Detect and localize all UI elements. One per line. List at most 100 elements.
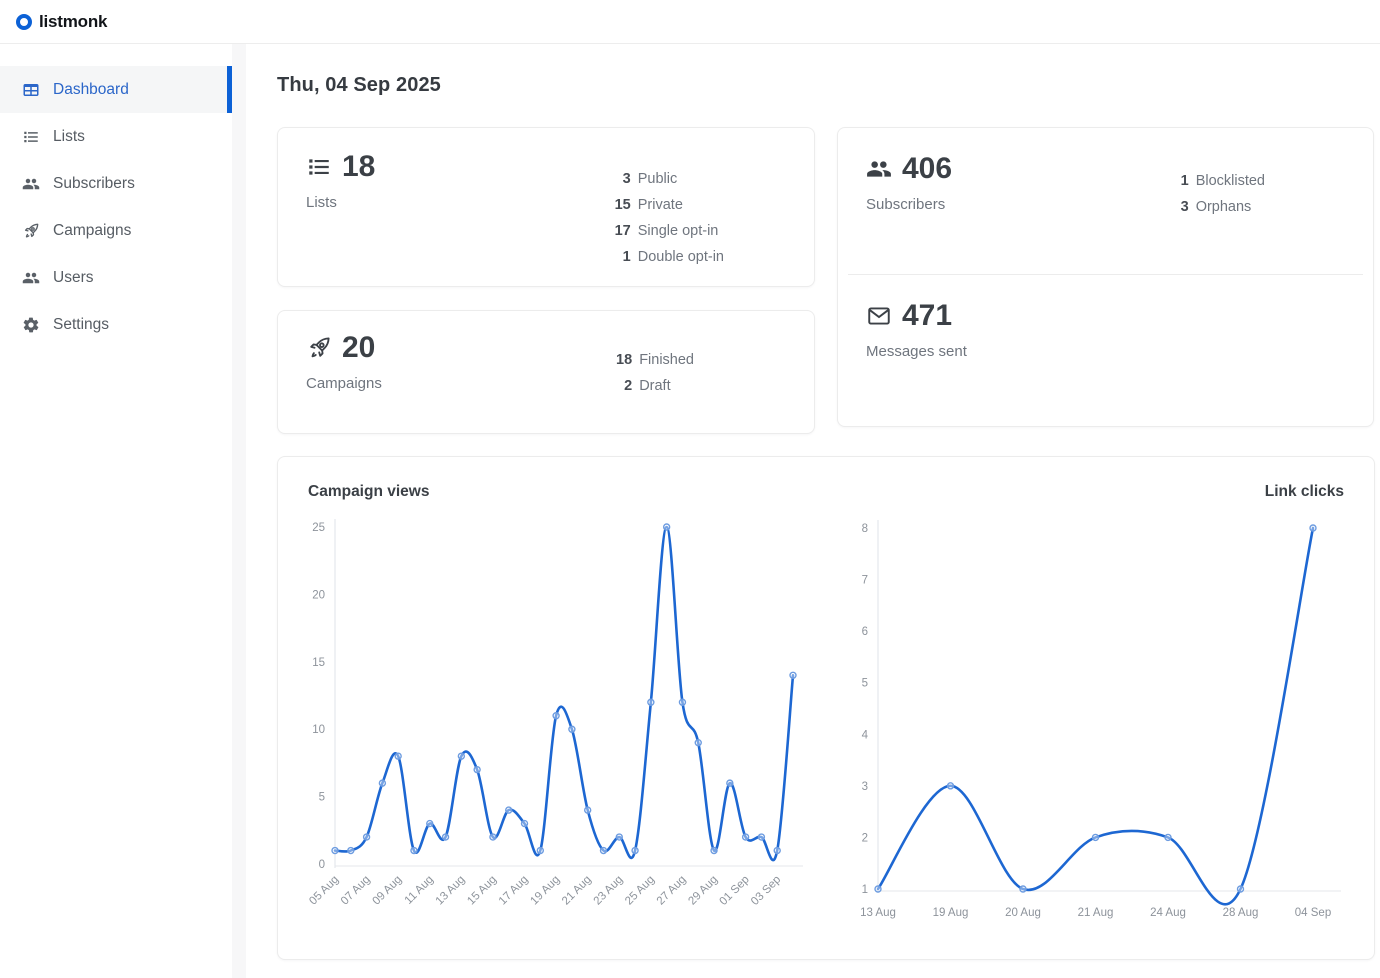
stat-value: 1 <box>1181 168 1189 194</box>
x-tick-label: 19 Aug <box>528 874 562 908</box>
data-point-marker <box>1020 886 1026 892</box>
y-tick-label: 25 <box>312 522 325 534</box>
x-tick-label: 28 Aug <box>1223 907 1259 919</box>
data-point-marker <box>600 848 606 854</box>
x-tick-label: 15 Aug <box>465 874 499 908</box>
sidebar-item-label: Subscribers <box>53 175 135 193</box>
stat-label: Blocklisted <box>1196 168 1265 194</box>
stat-value: 3 <box>1181 194 1189 220</box>
rocket-icon <box>306 335 332 361</box>
data-point-marker <box>522 821 528 827</box>
y-tick-label: 3 <box>862 781 868 793</box>
data-point-marker <box>948 783 954 789</box>
email-icon <box>866 303 892 329</box>
x-tick-label: 21 Aug <box>1078 907 1114 919</box>
data-point-marker <box>711 848 717 854</box>
line-series <box>335 527 793 860</box>
main-scrollbar-track[interactable] <box>232 44 246 978</box>
x-tick-label: 01 Sep <box>717 874 751 908</box>
link-clicks-chart: 1234567813 Aug19 Aug20 Aug21 Aug24 Aug28… <box>854 509 1354 944</box>
subscribers-messages-card: 406 Subscribers 1Blocklisted3Orphans 471… <box>837 127 1374 427</box>
y-tick-label: 8 <box>862 523 868 535</box>
y-tick-label: 2 <box>862 832 868 844</box>
x-tick-label: 13 Aug <box>434 874 468 908</box>
data-point-marker <box>632 848 638 854</box>
subscribers-label: Subscribers <box>866 196 952 213</box>
stat-value: 18 <box>616 347 632 373</box>
data-point-marker <box>679 699 685 705</box>
data-point-marker <box>490 834 496 840</box>
stat-value: 2 <box>616 373 632 399</box>
sidebar-item-label: Campaigns <box>53 222 131 240</box>
charts-card: Campaign views Link clicks 051015202505 … <box>277 456 1375 960</box>
data-point-marker <box>1165 834 1171 840</box>
x-tick-label: 29 Aug <box>686 874 720 908</box>
data-point-marker <box>585 807 591 813</box>
data-point-marker <box>379 780 385 786</box>
data-point-marker <box>569 726 575 732</box>
data-point-marker <box>348 848 354 854</box>
data-point-marker <box>332 848 338 854</box>
data-point-marker <box>664 524 670 530</box>
sidebar: DashboardLists Subscribers Campaigns Users S… <box>0 44 232 978</box>
sidebar-item-settings[interactable]: Settings <box>0 301 232 348</box>
sidebar-item-label: Settings <box>53 316 109 334</box>
stat-label: Private <box>638 192 724 218</box>
sidebar-item-dashboard[interactable]: Dashboard <box>0 66 232 113</box>
data-point-marker <box>743 834 749 840</box>
list-icon <box>306 154 332 180</box>
y-tick-label: 6 <box>862 626 868 638</box>
campaigns-label: Campaigns <box>306 375 382 392</box>
stat-value: 3 <box>615 166 631 192</box>
data-point-marker <box>506 807 512 813</box>
stat-value: 17 <box>615 218 631 244</box>
app-header: listmonk <box>0 0 1380 44</box>
data-point-marker <box>875 886 881 892</box>
campaigns-stats: 18Finished2Draft <box>616 347 694 409</box>
sidebar-item-users[interactable]: Users <box>0 254 232 301</box>
stat-label: Orphans <box>1196 194 1265 220</box>
data-point-marker <box>727 780 733 786</box>
lists-count: 18 <box>342 152 375 182</box>
campaigns-count: 20 <box>342 333 375 363</box>
line-series <box>878 528 1313 904</box>
data-point-marker <box>411 848 417 854</box>
x-tick-label: 24 Aug <box>1150 907 1186 919</box>
brand-logo[interactable]: listmonk <box>16 12 107 32</box>
data-point-marker <box>758 834 764 840</box>
x-tick-label: 23 Aug <box>592 874 626 908</box>
x-tick-label: 19 Aug <box>933 907 969 919</box>
people-icon <box>866 156 892 182</box>
data-point-marker <box>443 834 449 840</box>
x-tick-label: 17 Aug <box>497 874 531 908</box>
stat-value: 15 <box>615 192 631 218</box>
link-clicks-title: Link clicks <box>1265 483 1344 501</box>
sidebar-item-campaigns[interactable]: Campaigns <box>0 207 232 254</box>
y-tick-label: 5 <box>319 792 325 804</box>
x-tick-label: 05 Aug <box>307 874 341 908</box>
page-title: Thu, 04 Sep 2025 <box>277 74 1375 97</box>
data-point-marker <box>458 753 464 759</box>
settings-icon <box>22 316 40 334</box>
sidebar-item-lists[interactable]: Lists <box>0 113 232 160</box>
stat-label: Double opt-in <box>638 244 724 270</box>
link-clicks-chart-svg: 1234567813 Aug19 Aug20 Aug21 Aug24 Aug28… <box>854 509 1354 939</box>
x-tick-label: 07 Aug <box>339 874 373 908</box>
data-point-marker <box>427 821 433 827</box>
data-point-marker <box>364 834 370 840</box>
y-tick-label: 4 <box>862 729 869 741</box>
dashboard-icon <box>22 81 40 99</box>
stat-label: Public <box>638 166 724 192</box>
x-tick-label: 25 Aug <box>623 874 657 908</box>
lists-label: Lists <box>306 194 375 211</box>
sidebar-item-subscribers[interactable]: Subscribers <box>0 160 232 207</box>
x-tick-label: 04 Sep <box>1295 907 1331 919</box>
sidebar-item-label: Users <box>53 269 93 287</box>
stat-label: Finished <box>639 347 694 373</box>
campaign-views-chart-svg: 051015202505 Aug07 Aug09 Aug11 Aug13 Aug… <box>302 509 822 939</box>
data-point-marker <box>1093 834 1099 840</box>
messages-label: Messages sent <box>866 343 967 360</box>
data-point-marker <box>474 767 480 773</box>
campaigns-icon <box>22 222 40 240</box>
data-point-marker <box>1310 525 1316 531</box>
